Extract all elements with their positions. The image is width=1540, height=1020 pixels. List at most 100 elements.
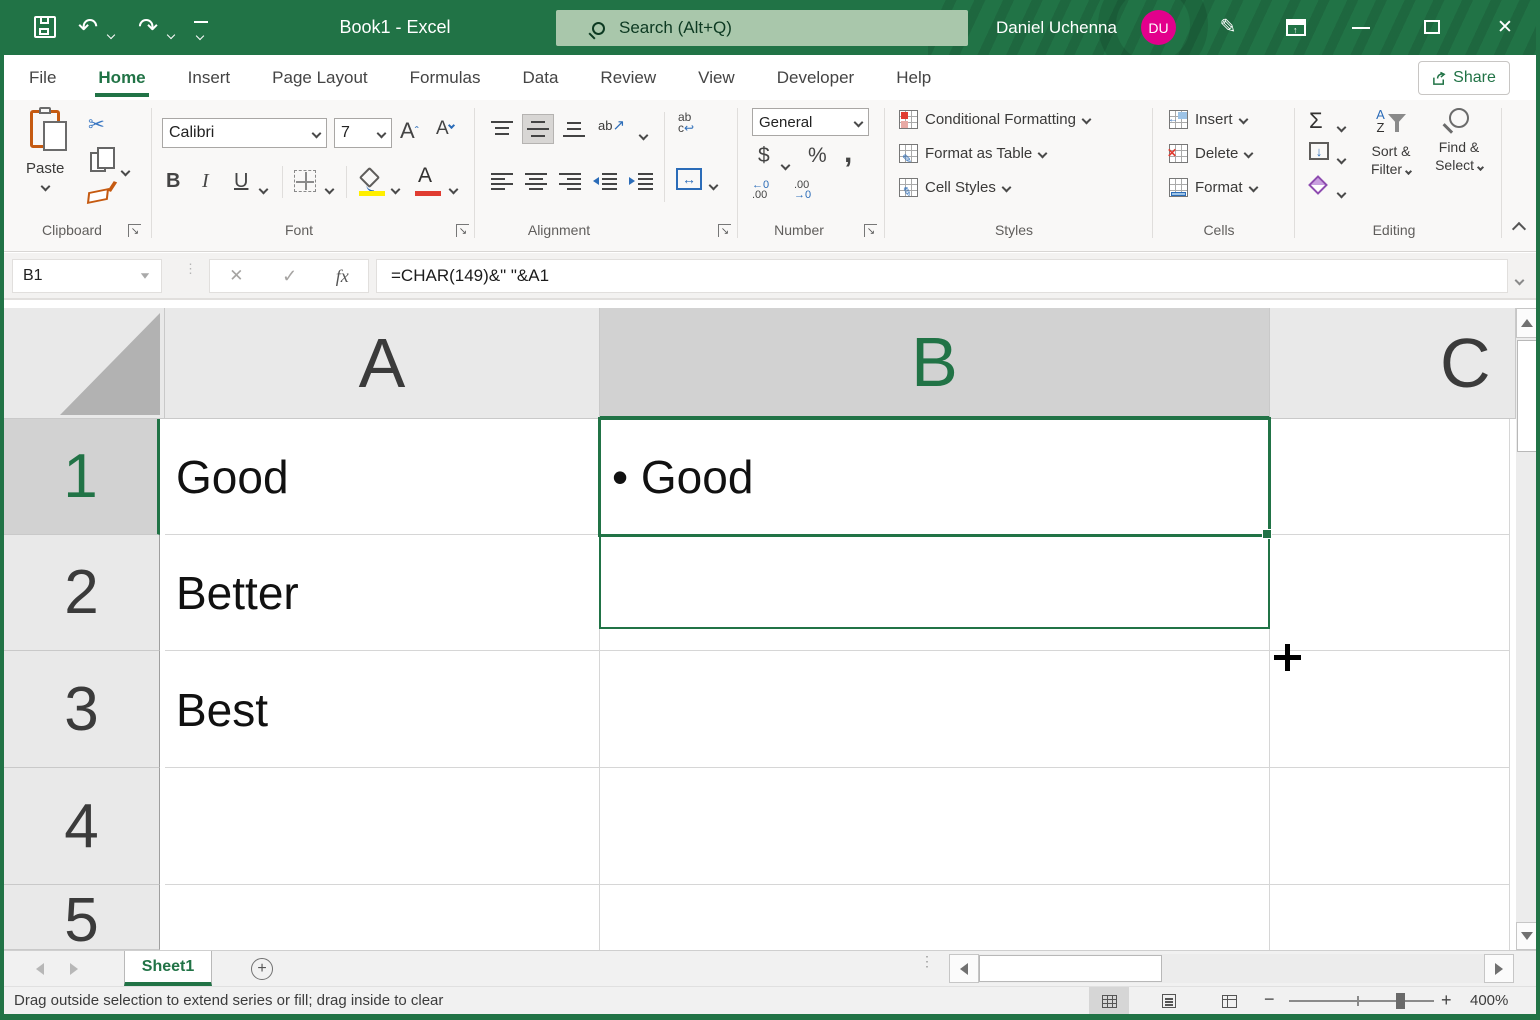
- name-box-dropdown-icon[interactable]: [141, 273, 149, 279]
- font-color-icon[interactable]: A: [418, 164, 432, 188]
- minimize-button[interactable]: [1352, 27, 1370, 29]
- underline-button[interactable]: U: [234, 170, 248, 193]
- horizontal-scrollbar[interactable]: [949, 954, 1514, 983]
- row-header-2[interactable]: 2: [4, 535, 160, 651]
- avatar[interactable]: DU: [1141, 10, 1176, 45]
- zoom-level[interactable]: 400%: [1470, 992, 1508, 1009]
- scroll-right-button[interactable]: [1484, 954, 1514, 983]
- align-left-icon[interactable]: [490, 172, 514, 194]
- alignment-dialog-launcher[interactable]: ↘: [718, 224, 731, 237]
- autosum-icon[interactable]: Σ: [1309, 108, 1323, 134]
- scroll-down-button[interactable]: [1516, 922, 1538, 950]
- insert-function-icon[interactable]: fx: [336, 266, 349, 287]
- page-break-preview-button[interactable]: [1209, 987, 1249, 1015]
- clear-dropdown-icon[interactable]: [1338, 184, 1345, 201]
- format-cells-button[interactable]: Format: [1169, 178, 1257, 197]
- tab-view[interactable]: View: [677, 55, 756, 100]
- formula-bar-drag-handle[interactable]: ⋮: [184, 265, 188, 287]
- bold-button[interactable]: B: [166, 170, 180, 193]
- column-header-a[interactable]: A: [165, 308, 600, 419]
- cell-a1[interactable]: Good: [176, 419, 289, 535]
- borders-dropdown-icon[interactable]: [326, 180, 333, 197]
- decrease-decimal-icon[interactable]: .00 →0: [794, 180, 811, 200]
- percent-style-icon[interactable]: %: [808, 144, 827, 168]
- zoom-in-button[interactable]: +: [1441, 990, 1452, 1011]
- new-sheet-button[interactable]: +: [251, 958, 273, 980]
- undo-dropdown-icon[interactable]: [108, 25, 114, 43]
- fill-color-icon[interactable]: [362, 170, 377, 185]
- select-all-corner[interactable]: [4, 308, 165, 419]
- zoom-slider-thumb[interactable]: [1396, 993, 1405, 1009]
- redo-button[interactable]: ↷: [134, 0, 162, 55]
- autosum-dropdown-icon[interactable]: [1338, 118, 1345, 135]
- tab-home[interactable]: Home: [77, 55, 166, 100]
- font-size-combo[interactable]: 7: [334, 118, 392, 148]
- collapse-ribbon-icon[interactable]: [1514, 224, 1524, 234]
- cut-icon[interactable]: ✂: [88, 112, 105, 137]
- column-header-c[interactable]: C: [1270, 308, 1516, 419]
- comma-style-icon[interactable]: ,: [844, 136, 852, 170]
- italic-button[interactable]: I: [202, 170, 209, 193]
- format-painter-icon[interactable]: [88, 190, 108, 202]
- tab-help[interactable]: Help: [875, 55, 952, 100]
- underline-dropdown-icon[interactable]: [260, 180, 267, 197]
- accounting-format-icon[interactable]: $: [758, 144, 770, 168]
- next-sheet-icon[interactable]: [70, 963, 78, 975]
- font-dialog-launcher[interactable]: ↘: [456, 224, 469, 237]
- paste-button[interactable]: Paste: [26, 110, 64, 194]
- bottom-align-icon[interactable]: [562, 120, 586, 142]
- font-name-combo[interactable]: Calibri: [162, 118, 327, 148]
- cell-a2[interactable]: Better: [176, 535, 299, 651]
- user-name[interactable]: Daniel Uchenna: [996, 0, 1117, 55]
- normal-view-button[interactable]: [1089, 987, 1129, 1015]
- pen-draw-icon[interactable]: ✎: [1210, 0, 1246, 55]
- enter-formula-icon[interactable]: ✓: [282, 266, 297, 287]
- formula-input[interactable]: =CHAR(149)&" "&A1: [376, 259, 1508, 293]
- page-layout-view-button[interactable]: [1149, 987, 1189, 1015]
- clipboard-dialog-launcher[interactable]: ↘: [128, 224, 141, 237]
- scroll-up-button[interactable]: [1516, 308, 1538, 338]
- zoom-slider-track[interactable]: [1289, 1000, 1434, 1002]
- cell-styles-button[interactable]: ✎ Cell Styles: [899, 178, 1010, 197]
- fill-handle[interactable]: [1262, 529, 1272, 539]
- tab-review[interactable]: Review: [579, 55, 677, 100]
- paste-dropdown-icon[interactable]: [40, 182, 50, 192]
- merge-center-dropdown-icon[interactable]: [710, 176, 717, 193]
- zoom-out-button[interactable]: −: [1264, 989, 1275, 1010]
- format-as-table-button[interactable]: ✎ Format as Table: [899, 144, 1046, 163]
- tab-file[interactable]: File: [8, 55, 77, 100]
- find-select-button[interactable]: Find & Select: [1428, 108, 1490, 174]
- copy-dropdown-icon[interactable]: [122, 162, 129, 179]
- row-header-3[interactable]: 3: [4, 651, 160, 768]
- customize-quick-access-toolbar-icon[interactable]: [194, 21, 208, 44]
- align-right-icon[interactable]: [558, 172, 582, 194]
- decrease-indent-icon[interactable]: [592, 172, 618, 194]
- font-color-dropdown-icon[interactable]: [450, 180, 457, 197]
- horizontal-scroll-thumb[interactable]: [979, 955, 1162, 982]
- increase-indent-icon[interactable]: [628, 172, 654, 194]
- fill-dropdown-icon[interactable]: [1338, 150, 1345, 167]
- number-dialog-launcher[interactable]: ↘: [864, 224, 877, 237]
- share-button[interactable]: Share: [1418, 61, 1510, 95]
- orientation-icon[interactable]: ab↗: [598, 116, 625, 134]
- increase-decimal-icon[interactable]: ←0 .00: [752, 180, 769, 200]
- wrap-text-icon[interactable]: ab c↩: [678, 112, 694, 134]
- row-header-5[interactable]: 5: [4, 885, 160, 950]
- save-icon[interactable]: [34, 16, 56, 38]
- orientation-dropdown-icon[interactable]: [640, 126, 647, 143]
- search-input[interactable]: Search (Alt+Q): [556, 10, 968, 46]
- top-align-icon[interactable]: [490, 120, 514, 142]
- vertical-scroll-thumb[interactable]: [1517, 340, 1537, 452]
- expand-formula-bar-icon[interactable]: [1516, 271, 1523, 289]
- ribbon-display-options-icon[interactable]: ↑: [1286, 19, 1306, 36]
- increase-font-size-button[interactable]: Aˆ: [400, 118, 419, 144]
- redo-dropdown-icon[interactable]: [168, 25, 174, 43]
- middle-align-button[interactable]: [522, 114, 554, 144]
- insert-cells-button[interactable]: ← Insert: [1169, 110, 1247, 129]
- tab-insert[interactable]: Insert: [167, 55, 252, 100]
- merge-center-icon[interactable]: ↔: [676, 168, 702, 190]
- delete-cells-button[interactable]: ✕ Delete: [1169, 144, 1252, 163]
- accounting-dropdown-icon[interactable]: [782, 156, 789, 173]
- tab-scrollbar-splitter[interactable]: ⋮: [920, 957, 934, 965]
- column-header-b[interactable]: B: [600, 308, 1270, 419]
